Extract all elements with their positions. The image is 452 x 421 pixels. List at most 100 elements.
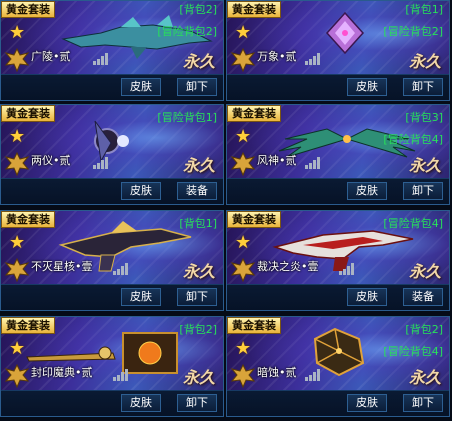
signal-bars-icon xyxy=(113,263,128,275)
star-icon: ★ xyxy=(235,232,252,253)
rank-emblem-icon xyxy=(4,257,30,283)
action-bar: 皮肤 装备 xyxy=(227,284,449,310)
action-bar: 皮肤 卸下 xyxy=(1,74,223,100)
unequip-button[interactable]: 卸下 xyxy=(403,182,443,200)
adventure-bag-label: [冒险背包2] xyxy=(383,25,443,38)
bag-slot-label: [背包1] xyxy=(179,217,217,230)
gold-set-badge: 黄金套装 xyxy=(1,105,55,122)
action-bar: 皮肤 卸下 xyxy=(227,74,449,100)
unequip-button[interactable]: 卸下 xyxy=(403,394,443,412)
star-icon: ★ xyxy=(235,126,252,147)
star-icon: ★ xyxy=(235,338,252,359)
signal-bars-icon xyxy=(305,369,320,381)
gold-set-badge: 黄金套装 xyxy=(1,211,55,228)
adventure-bag-label: [冒险背包4] xyxy=(383,217,443,230)
inventory-grid: 黄金套装 [背包2] [冒险背包2] ★ 广陵•贰 永久 皮肤 卸下 黄金套装 … xyxy=(0,0,452,421)
item-card[interactable]: 黄金套装 [冒险背包1] ★ 两仪•贰 永久 皮肤 装备 xyxy=(0,104,224,205)
gold-set-badge: 黄金套装 xyxy=(1,317,55,334)
gold-set-badge: 黄金套装 xyxy=(227,317,281,334)
signal-bars-icon xyxy=(113,369,128,381)
star-icon: ★ xyxy=(9,232,26,253)
rank-emblem-icon xyxy=(230,151,256,177)
signal-bars-icon xyxy=(93,53,108,65)
adventure-bag-label: [冒险背包2] xyxy=(157,25,217,38)
action-bar: 皮肤 卸下 xyxy=(227,390,449,416)
gold-set-badge: 黄金套装 xyxy=(227,211,281,228)
rank-emblem-icon xyxy=(4,47,30,73)
adventure-bag-label: [冒险背包4] xyxy=(383,345,443,358)
action-bar: 皮肤 卸下 xyxy=(227,178,449,204)
item-card[interactable]: 黄金套装 [背包2] ★ 封印魔典•贰 永久 皮肤 卸下 xyxy=(0,316,224,417)
gold-set-badge: 黄金套装 xyxy=(227,1,281,18)
rank-emblem-icon xyxy=(230,47,256,73)
bag-slot-label: [背包3] xyxy=(405,111,443,124)
skin-button[interactable]: 皮肤 xyxy=(121,182,161,200)
item-art: 黄金套装 [背包3] [冒险背包4] ★ 风神•贰 永久 xyxy=(227,105,449,178)
rank-emblem-icon xyxy=(230,257,256,283)
item-name: 封印魔典•贰 xyxy=(31,366,93,379)
gold-set-badge: 黄金套装 xyxy=(1,1,55,18)
unequip-button[interactable]: 卸下 xyxy=(177,78,217,96)
item-art: 黄金套装 [背包2] [冒险背包4] ★ 暗蚀•贰 永久 xyxy=(227,317,449,390)
permanent-label: 永久 xyxy=(182,368,215,387)
bag-slot-label: [背包1] xyxy=(405,3,443,16)
skin-button[interactable]: 皮肤 xyxy=(347,182,387,200)
item-art: 黄金套装 [背包2] [冒险背包2] ★ 广陵•贰 永久 xyxy=(1,1,223,74)
permanent-label: 永久 xyxy=(408,262,441,281)
signal-bars-icon xyxy=(305,53,320,65)
item-name: 万象•贰 xyxy=(257,50,297,63)
unequip-button[interactable]: 卸下 xyxy=(403,78,443,96)
equip-button[interactable]: 装备 xyxy=(177,182,217,200)
signal-bars-icon xyxy=(93,157,108,169)
item-art: 黄金套装 [背包1] ★ 不灭星核•壹 永久 xyxy=(1,211,223,284)
star-icon: ★ xyxy=(9,338,26,359)
rank-emblem-icon xyxy=(4,363,30,389)
permanent-label: 永久 xyxy=(408,156,441,175)
item-name: 风神•贰 xyxy=(257,154,297,167)
item-art: 黄金套装 [背包1] [冒险背包2] ★ 万象•贰 永久 xyxy=(227,1,449,74)
bag-slot-label: [背包2] xyxy=(179,323,217,336)
item-card[interactable]: 黄金套装 [背包2] [冒险背包2] ★ 广陵•贰 永久 皮肤 卸下 xyxy=(0,0,224,101)
action-bar: 皮肤 装备 xyxy=(1,178,223,204)
rank-emblem-icon xyxy=(4,151,30,177)
item-card[interactable]: 黄金套装 [背包2] [冒险背包4] ★ 暗蚀•贰 永久 皮肤 卸下 xyxy=(226,316,450,417)
gold-set-badge: 黄金套装 xyxy=(227,105,281,122)
star-icon: ★ xyxy=(235,22,252,43)
signal-bars-icon xyxy=(339,263,354,275)
item-art: 黄金套装 [冒险背包1] ★ 两仪•贰 永久 xyxy=(1,105,223,178)
item-card[interactable]: 黄金套装 [背包3] [冒险背包4] ★ 风神•贰 永久 皮肤 卸下 xyxy=(226,104,450,205)
unequip-button[interactable]: 卸下 xyxy=(177,394,217,412)
bag-slot-label: [背包2] xyxy=(179,3,217,16)
skin-button[interactable]: 皮肤 xyxy=(121,288,161,306)
rank-emblem-icon xyxy=(230,363,256,389)
permanent-label: 永久 xyxy=(182,52,215,71)
action-bar: 皮肤 卸下 xyxy=(1,284,223,310)
skin-button[interactable]: 皮肤 xyxy=(121,78,161,96)
bag-slot-label: [背包2] xyxy=(405,323,443,336)
item-card[interactable]: 黄金套装 [冒险背包4] ★ 裁决之炎•壹 永久 皮肤 装备 xyxy=(226,210,450,311)
adventure-bag-label: [冒险背包4] xyxy=(383,133,443,146)
skin-button[interactable]: 皮肤 xyxy=(121,394,161,412)
permanent-label: 永久 xyxy=(408,368,441,387)
permanent-label: 永久 xyxy=(182,262,215,281)
action-bar: 皮肤 卸下 xyxy=(1,390,223,416)
unequip-button[interactable]: 卸下 xyxy=(177,288,217,306)
skin-button[interactable]: 皮肤 xyxy=(347,394,387,412)
item-art: 黄金套装 [冒险背包4] ★ 裁决之炎•壹 永久 xyxy=(227,211,449,284)
signal-bars-icon xyxy=(305,157,320,169)
star-icon: ★ xyxy=(9,22,26,43)
permanent-label: 永久 xyxy=(408,52,441,71)
equip-button[interactable]: 装备 xyxy=(403,288,443,306)
star-icon: ★ xyxy=(9,126,26,147)
item-card[interactable]: 黄金套装 [背包1] [冒险背包2] ★ 万象•贰 永久 皮肤 卸下 xyxy=(226,0,450,101)
item-name: 不灭星核•壹 xyxy=(31,260,93,273)
item-name: 裁决之炎•壹 xyxy=(257,260,319,273)
adventure-bag-label: [冒险背包1] xyxy=(157,111,217,124)
item-name: 暗蚀•贰 xyxy=(257,366,297,379)
skin-button[interactable]: 皮肤 xyxy=(347,78,387,96)
item-card[interactable]: 黄金套装 [背包1] ★ 不灭星核•壹 永久 皮肤 卸下 xyxy=(0,210,224,311)
skin-button[interactable]: 皮肤 xyxy=(347,288,387,306)
item-name: 广陵•贰 xyxy=(31,50,71,63)
permanent-label: 永久 xyxy=(182,156,215,175)
item-art: 黄金套装 [背包2] ★ 封印魔典•贰 永久 xyxy=(1,317,223,390)
